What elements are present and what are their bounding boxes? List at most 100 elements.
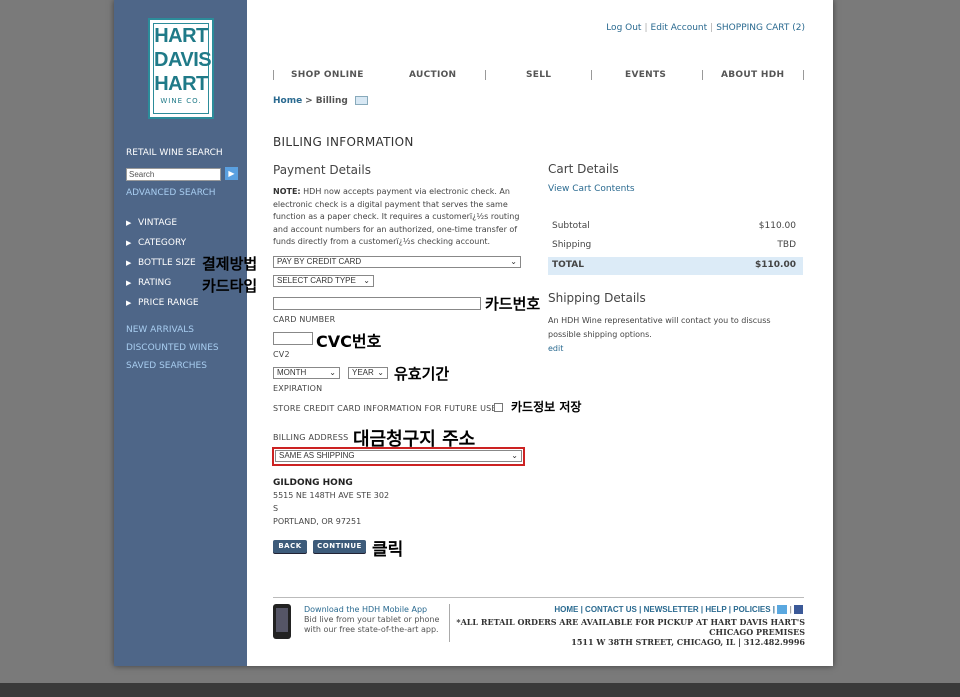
nav-sell[interactable]: SELL xyxy=(526,70,551,80)
nav-auction[interactable]: AUCTION xyxy=(409,70,456,80)
shipping-label: Shipping xyxy=(552,240,592,250)
advanced-search-link[interactable]: ADVANCED SEARCH xyxy=(126,188,216,198)
shopping-cart-link[interactable]: SHOPPING CART (2) xyxy=(716,23,805,33)
nav-about[interactable]: ABOUT HDH xyxy=(721,70,784,80)
filter-price-range[interactable]: PRICE RANGE xyxy=(138,298,199,308)
billing-name: GILDONG HONG xyxy=(273,478,353,488)
payment-details-heading: Payment Details xyxy=(273,163,371,177)
footer-notice-1: *ALL RETAIL ORDERS ARE AVAILABLE FOR PIC… xyxy=(456,617,805,627)
card-number-input[interactable] xyxy=(273,297,481,310)
phone-icon[interactable] xyxy=(273,604,291,639)
chevron-down-icon: ⌄ xyxy=(329,368,336,377)
payment-method-value: PAY BY CREDIT CARD xyxy=(277,257,362,266)
chevron-down-icon: ⌄ xyxy=(511,451,518,460)
arrow-icon: ▶ xyxy=(126,299,132,307)
logo-subtitle: WINE CO. xyxy=(160,97,202,105)
filter-category[interactable]: CATEGORY xyxy=(138,238,186,248)
annotation-expiry: 유효기간 xyxy=(394,365,450,383)
footer-divider xyxy=(273,597,804,598)
chevron-down-icon: ⌄ xyxy=(377,368,384,377)
main-nav: SHOP ONLINE AUCTION SELL EVENTS ABOUT HD… xyxy=(273,70,806,84)
logout-link[interactable]: Log Out xyxy=(606,23,641,33)
arrow-icon: ▶ xyxy=(126,239,132,247)
arrow-icon: ▶ xyxy=(126,259,132,267)
filter-bottle-size[interactable]: BOTTLE SIZE xyxy=(138,258,196,268)
subtotal-value: $110.00 xyxy=(758,221,796,231)
envelope-icon[interactable] xyxy=(354,96,368,105)
store-card-checkbox[interactable] xyxy=(494,403,503,412)
billing-address-line2: S xyxy=(273,504,279,513)
mobile-app-link[interactable]: Download the HDH Mobile App xyxy=(304,605,427,614)
facebook-icon[interactable] xyxy=(794,605,803,615)
footer-links: HOME | CONTACT US | NEWSLETTER | HELP | … xyxy=(554,605,803,615)
logo-word-2: DAVIS xyxy=(154,49,212,71)
annotation-card-number: 카드번호 xyxy=(485,295,541,313)
footer-notice-2: CHICAGO PREMISES xyxy=(709,627,805,637)
chevron-down-icon: ⌄ xyxy=(363,276,370,285)
annotation-cvc: CVC번호 xyxy=(316,332,382,351)
cart-shipping-row: Shipping TBD xyxy=(548,237,803,255)
edit-account-link[interactable]: Edit Account xyxy=(651,23,708,33)
card-type-select[interactable]: SELECT CARD TYPE ⌄ xyxy=(273,275,374,287)
mobile-app-text-2: with our free state-of-the-art app. xyxy=(304,625,439,634)
mobile-app-text-1: Bid live from your tablet or phone xyxy=(304,615,440,624)
expiry-year-select[interactable]: YEAR ⌄ xyxy=(348,367,388,379)
breadcrumb: Home > Billing xyxy=(273,96,368,106)
footer-notice-3: 1511 W 38TH STREET, CHICAGO, IL | 312.48… xyxy=(571,637,805,647)
nav-events[interactable]: EVENTS xyxy=(625,70,666,80)
shipping-text-2: possible shipping options. xyxy=(548,330,652,339)
expiry-month-select[interactable]: MONTH ⌄ xyxy=(273,367,340,379)
shipping-details-heading: Shipping Details xyxy=(548,291,646,305)
logo-word-1: HART xyxy=(154,25,208,47)
annotation-click: 클릭 xyxy=(372,540,404,560)
search-title: RETAIL WINE SEARCH xyxy=(126,148,223,158)
cart-subtotal-row: Subtotal $110.00 xyxy=(548,218,803,236)
page-title: BILLING INFORMATION xyxy=(273,135,414,149)
payment-method-select[interactable]: PAY BY CREDIT CARD ⌄ xyxy=(273,256,521,268)
continue-button[interactable]: CONTINUE xyxy=(313,540,366,553)
annotation-card-type: 카드타입 xyxy=(202,277,258,295)
cart-details-heading: Cart Details xyxy=(548,162,619,176)
billing-address-label: BILLING ADDRESS xyxy=(273,433,349,442)
sidebar: HART DAVIS HART WINE CO. RETAIL WINE SEA… xyxy=(114,0,247,666)
cvv-input[interactable] xyxy=(273,332,313,345)
search-input[interactable]: Search xyxy=(126,168,221,181)
note-label: NOTE: xyxy=(273,187,301,196)
breadcrumb-current: > Billing xyxy=(305,96,348,106)
cart-total-row: TOTAL $110.00 xyxy=(548,257,803,275)
billing-address-line3: PORTLAND, OR 97251 xyxy=(273,517,362,526)
billing-address-value: SAME AS SHIPPING xyxy=(279,451,355,460)
search-go-button[interactable]: ▶ xyxy=(225,167,238,180)
breadcrumb-home[interactable]: Home xyxy=(273,96,302,106)
filter-rating[interactable]: RATING xyxy=(138,278,171,288)
expiration-label: EXPIRATION xyxy=(273,384,323,393)
card-type-value: SELECT CARD TYPE xyxy=(277,276,356,285)
saved-searches-link[interactable]: SAVED SEARCHES xyxy=(126,361,207,371)
arrow-icon: ▶ xyxy=(126,279,132,287)
note-text: HDH now accepts payment via electronic c… xyxy=(273,187,520,246)
store-card-label: STORE CREDIT CARD INFORMATION FOR FUTURE… xyxy=(273,404,497,413)
subtotal-label: Subtotal xyxy=(552,221,590,231)
logo-word-3: HART xyxy=(154,73,208,95)
shipping-edit-link[interactable]: edit xyxy=(548,344,563,353)
total-value: $110.00 xyxy=(755,260,796,270)
view-cart-link[interactable]: View Cart Contents xyxy=(548,184,635,194)
footer-nav-links[interactable]: HOME | CONTACT US | NEWSLETTER | HELP | … xyxy=(554,605,775,614)
cvv-label: CV2 xyxy=(273,350,290,359)
logo[interactable]: HART DAVIS HART WINE CO. xyxy=(148,18,214,119)
shipping-text-1: An HDH Wine representative will contact … xyxy=(548,316,771,325)
filter-vintage[interactable]: VINTAGE xyxy=(138,218,177,228)
annotation-save-card: 카드정보 저장 xyxy=(511,400,582,414)
nav-shop-online[interactable]: SHOP ONLINE xyxy=(291,70,364,80)
discounted-wines-link[interactable]: DISCOUNTED WINES xyxy=(126,343,219,353)
billing-address-select[interactable]: SAME AS SHIPPING ⌄ xyxy=(275,450,522,462)
annotation-payment-method: 결제방법 xyxy=(202,255,258,273)
new-arrivals-link[interactable]: NEW ARRIVALS xyxy=(126,325,194,335)
expiry-year-value: YEAR xyxy=(352,368,374,377)
arrow-icon: ▶ xyxy=(126,219,132,227)
footer-separator xyxy=(449,604,450,642)
chevron-down-icon: ⌄ xyxy=(510,257,517,266)
shipping-value: TBD xyxy=(777,240,796,250)
twitter-icon[interactable] xyxy=(777,605,788,615)
back-button[interactable]: BACK xyxy=(273,540,307,553)
